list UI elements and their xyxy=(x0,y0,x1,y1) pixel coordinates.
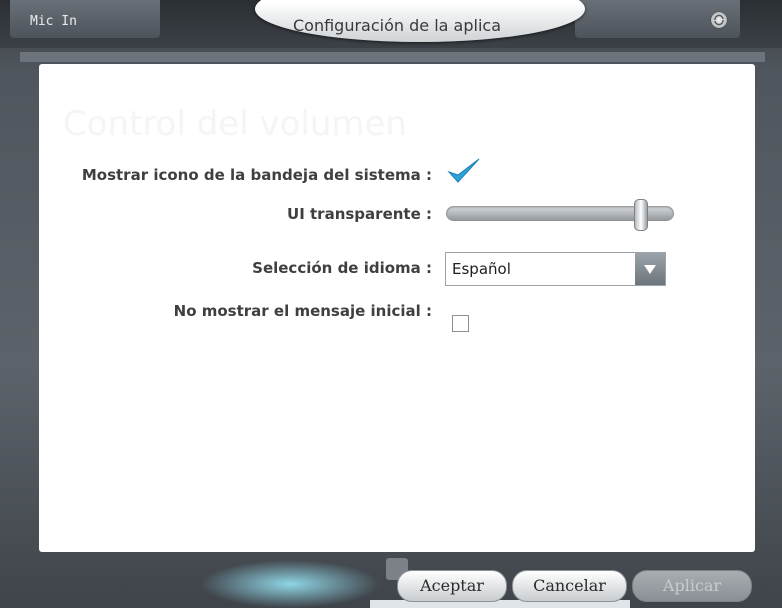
no-startup-message-label: No mostrar el mensaje inicial : xyxy=(173,302,432,320)
language-select-value: Español xyxy=(452,260,511,278)
background-heading: Control del volumen xyxy=(63,104,407,144)
bottom-glow xyxy=(200,560,380,608)
chevron-down-icon xyxy=(644,265,656,274)
no-startup-message-checkbox[interactable] xyxy=(452,315,469,332)
language-select[interactable]: Español xyxy=(445,252,666,286)
transparency-slider-thumb[interactable] xyxy=(634,199,648,231)
language-label: Selección de idioma : xyxy=(252,259,432,277)
mic-in-label: Mic In xyxy=(30,14,77,29)
window-title: Configuración de la aplica xyxy=(293,16,501,35)
refresh-icon[interactable] xyxy=(711,12,727,28)
checkmark-icon xyxy=(447,158,480,183)
accept-button[interactable]: Aceptar xyxy=(397,570,507,602)
transparent-ui-label: UI transparente : xyxy=(287,205,432,223)
panel-top-band xyxy=(20,52,765,62)
tray-icon-label: Mostrar icono de la bandeja del sistema … xyxy=(81,166,432,184)
apply-button[interactable]: Aplicar xyxy=(632,570,752,602)
tray-icon-checkbox[interactable] xyxy=(446,156,482,186)
dropdown-button[interactable] xyxy=(635,253,665,285)
cancel-button[interactable]: Cancelar xyxy=(512,570,627,602)
